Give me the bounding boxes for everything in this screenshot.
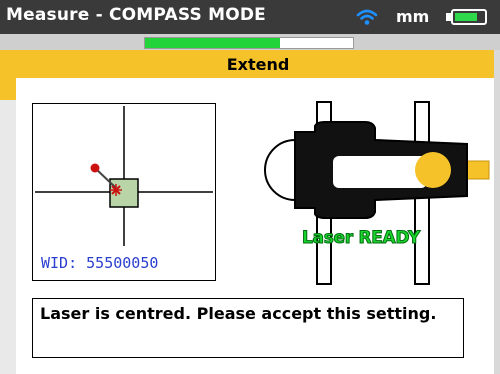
dialog-header: Extend — [16, 50, 500, 78]
laser-lens — [415, 152, 451, 188]
background-strip — [0, 50, 16, 100]
progress-bar — [144, 37, 354, 49]
screen-title: Measure - COMPASS MODE — [6, 5, 266, 25]
background-strip — [0, 100, 16, 374]
wifi-icon — [356, 9, 378, 25]
laser-target-panel: WID: 55500050 — [32, 103, 216, 281]
battery-level — [455, 13, 477, 21]
message-box: Laser is centred. Please accept this set… — [32, 298, 464, 358]
sensor-window — [333, 156, 427, 188]
units-indicator: mm — [396, 7, 430, 26]
laser-start-point — [90, 163, 100, 173]
laser-tip — [464, 160, 490, 180]
wid-label: WID: 55500050 — [41, 254, 159, 272]
progress-fill — [145, 38, 281, 48]
status-bar: Measure - COMPASS MODE mm — [0, 0, 500, 34]
message-text: Laser is centred. Please accept this set… — [40, 304, 437, 323]
laser-status: Laser READY — [302, 228, 421, 249]
battery-icon — [451, 9, 487, 25]
sensor-graphic — [264, 101, 490, 285]
dialog-title: Extend — [226, 55, 290, 74]
sensor-cap — [264, 138, 296, 202]
